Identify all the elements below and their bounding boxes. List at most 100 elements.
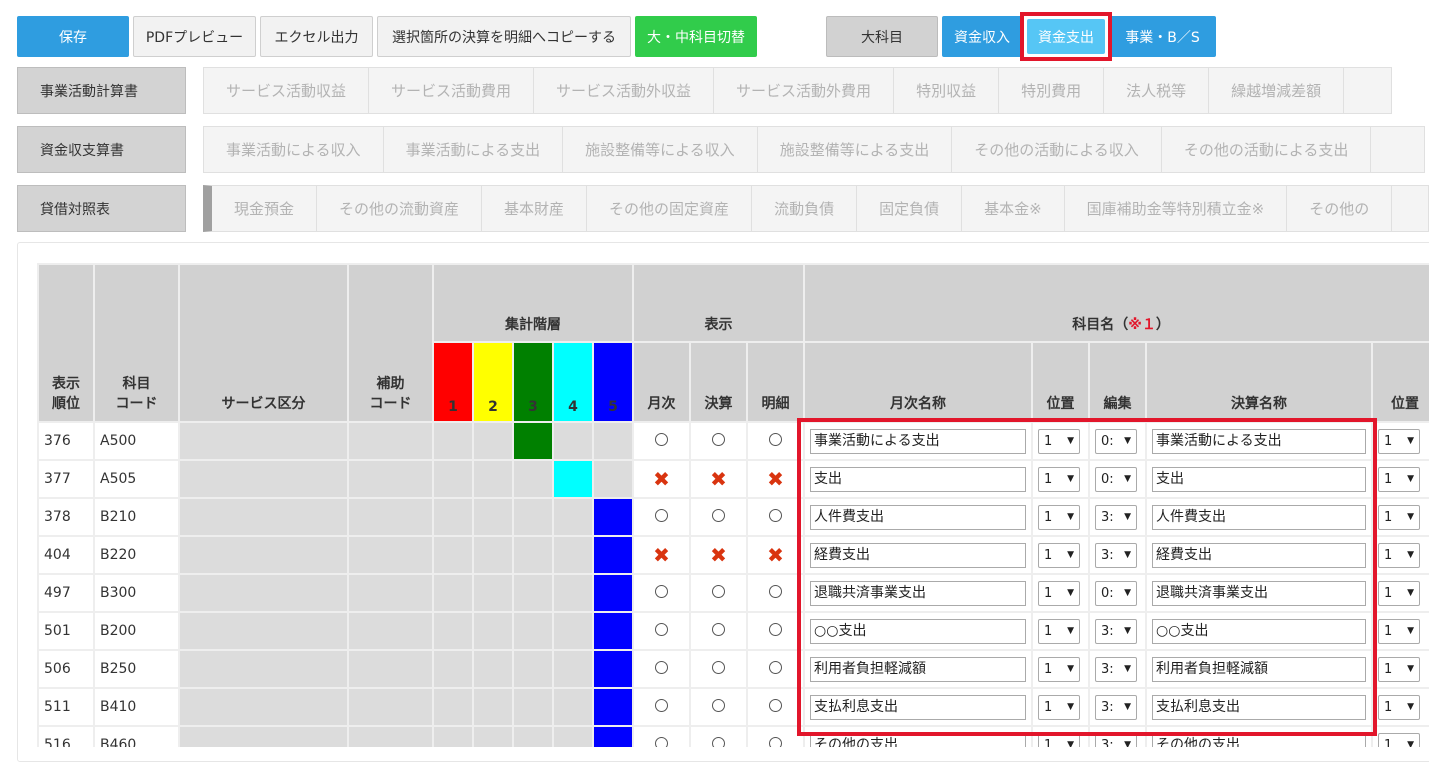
display-detail-toggle[interactable]: ✖ [746,459,806,499]
position-select[interactable]: 1 ▼ [1038,694,1081,720]
statement-tab[interactable]: 繰越増減差額 [1209,68,1345,113]
display-monthly-toggle[interactable]: ✖ [632,535,692,575]
statement-tab[interactable]: 現金預金 [212,186,318,231]
statement-tab[interactable]: サービス活動外収益 [534,68,715,113]
statement-tab[interactable]: 特別収益 [894,68,1000,113]
display-settle-toggle[interactable] [689,649,749,689]
settlement-name-input[interactable]: 経費支出 [1152,542,1367,568]
settlement-name-input[interactable]: 支出 [1152,466,1367,492]
position-select[interactable]: 1 ▼ [1038,618,1081,644]
save-button[interactable]: 保存 [17,16,129,57]
statement-tab[interactable]: 基本財産 [482,186,588,231]
display-settle-toggle[interactable] [689,421,749,461]
fund-expense-button[interactable]: 資金支出 [1027,19,1105,54]
position-2-select[interactable]: 1 ▼ [1378,542,1421,568]
monthly-name-input[interactable]: 退職共済事業支出 [810,580,1027,606]
statement-tab[interactable]: 国庫補助金等特別積立金※ [1064,186,1288,231]
display-settle-toggle[interactable]: ✖ [689,535,749,575]
monthly-name-input[interactable]: 支払利息支出 [810,694,1027,720]
edit-select[interactable]: 0: ▼ [1095,466,1138,492]
position-select[interactable]: 1 ▼ [1038,732,1081,747]
position-2-select[interactable]: 1 ▼ [1378,694,1421,720]
monthly-name-input[interactable]: ○○支出 [810,618,1027,644]
statement-tab[interactable]: その他の活動による収入 [952,127,1162,172]
position-2-select[interactable]: 1 ▼ [1378,618,1421,644]
monthly-name-input[interactable]: 利用者負担軽減額 [810,656,1027,682]
monthly-name-input[interactable]: 経費支出 [810,542,1027,568]
display-detail-toggle[interactable] [746,611,806,651]
display-monthly-toggle[interactable] [632,421,692,461]
edit-select[interactable]: 3: ▼ [1095,504,1138,530]
statement-tab[interactable]: 事業活動による支出 [383,127,564,172]
settlement-name-input[interactable]: その他の支出 [1152,732,1367,747]
display-monthly-toggle[interactable]: ✖ [632,459,692,499]
display-settle-toggle[interactable] [689,725,749,747]
display-monthly-toggle[interactable] [632,687,692,727]
statement-tab[interactable]: 流動負債 [752,186,858,231]
edit-select[interactable]: 3: ▼ [1095,694,1138,720]
position-2-select[interactable]: 1 ▼ [1378,732,1421,747]
statement-tab[interactable]: 法人税等 [1104,68,1210,113]
display-settle-toggle[interactable] [689,573,749,613]
settlement-name-input[interactable]: 事業活動による支出 [1152,428,1367,454]
display-settle-toggle[interactable] [689,497,749,537]
display-detail-toggle[interactable] [746,725,806,747]
position-select[interactable]: 1 ▼ [1038,466,1081,492]
statement-tab[interactable]: サービス活動外費用 [714,68,895,113]
position-2-select[interactable]: 1 ▼ [1378,580,1421,606]
excel-export-button[interactable]: エクセル出力 [260,16,373,57]
display-detail-toggle[interactable] [746,573,806,613]
position-select[interactable]: 1 ▼ [1038,580,1081,606]
display-monthly-toggle[interactable] [632,573,692,613]
display-settle-toggle[interactable] [689,687,749,727]
display-settle-toggle[interactable] [689,611,749,651]
edit-select[interactable]: 3: ▼ [1095,542,1138,568]
position-2-select[interactable]: 1 ▼ [1378,656,1421,682]
statement-tab[interactable]: その他の流動資産 [317,186,483,231]
position-select[interactable]: 1 ▼ [1038,504,1081,530]
display-detail-toggle[interactable] [746,421,806,461]
statement-tab[interactable]: その他の固定資産 [587,186,753,231]
statement-tab[interactable]: サービス活動収益 [204,68,370,113]
display-detail-toggle[interactable] [746,497,806,537]
statement-tab[interactable]: その他の [1287,186,1393,231]
statement-tab[interactable]: 基本金※ [962,186,1065,231]
business-bs-button[interactable]: 事業・B／S [1109,16,1216,57]
display-settle-toggle[interactable]: ✖ [689,459,749,499]
display-monthly-toggle[interactable] [632,497,692,537]
position-select[interactable]: 1 ▼ [1038,656,1081,682]
position-select[interactable]: 1 ▼ [1038,542,1081,568]
position-select[interactable]: 1 ▼ [1038,428,1081,454]
edit-select[interactable]: 3: ▼ [1095,656,1138,682]
settlement-name-input[interactable]: ○○支出 [1152,618,1367,644]
statement-tab[interactable]: 特別費用 [999,68,1105,113]
settlement-name-input[interactable]: 退職共済事業支出 [1152,580,1367,606]
major-subject-button[interactable]: 大科目 [826,16,938,57]
position-2-select[interactable]: 1 ▼ [1378,466,1421,492]
display-detail-toggle[interactable] [746,649,806,689]
statement-tab[interactable]: 事業活動による収入 [204,127,384,172]
position-2-select[interactable]: 1 ▼ [1378,504,1421,530]
display-detail-toggle[interactable] [746,687,806,727]
position-2-select[interactable]: 1 ▼ [1378,428,1421,454]
pdf-preview-button[interactable]: PDFプレビュー [133,16,256,57]
statement-tab[interactable]: 施設整備等による収入 [563,127,758,172]
edit-select[interactable]: 0: ▼ [1095,580,1138,606]
display-monthly-toggle[interactable] [632,611,692,651]
display-monthly-toggle[interactable] [632,649,692,689]
settlement-name-input[interactable]: 支払利息支出 [1152,694,1367,720]
monthly-name-input[interactable]: 事業活動による支出 [810,428,1027,454]
monthly-name-input[interactable]: その他の支出 [810,732,1027,747]
settlement-name-input[interactable]: 利用者負担軽減額 [1152,656,1367,682]
edit-select[interactable]: 3: ▼ [1095,618,1138,644]
display-monthly-toggle[interactable] [632,725,692,747]
copy-settlement-button[interactable]: 選択箇所の決算を明細へコピーする [377,16,631,57]
statement-tab[interactable]: 固定負債 [857,186,963,231]
fund-income-button[interactable]: 資金収入 [942,16,1022,57]
statement-tab[interactable]: その他の活動による支出 [1161,127,1372,172]
toggle-subject-level-button[interactable]: 大・中科目切替 [635,16,757,57]
monthly-name-input[interactable]: 支出 [810,466,1027,492]
display-detail-toggle[interactable]: ✖ [746,535,806,575]
edit-select[interactable]: 0: ▼ [1095,428,1138,454]
statement-tab[interactable]: 施設整備等による支出 [757,127,953,172]
